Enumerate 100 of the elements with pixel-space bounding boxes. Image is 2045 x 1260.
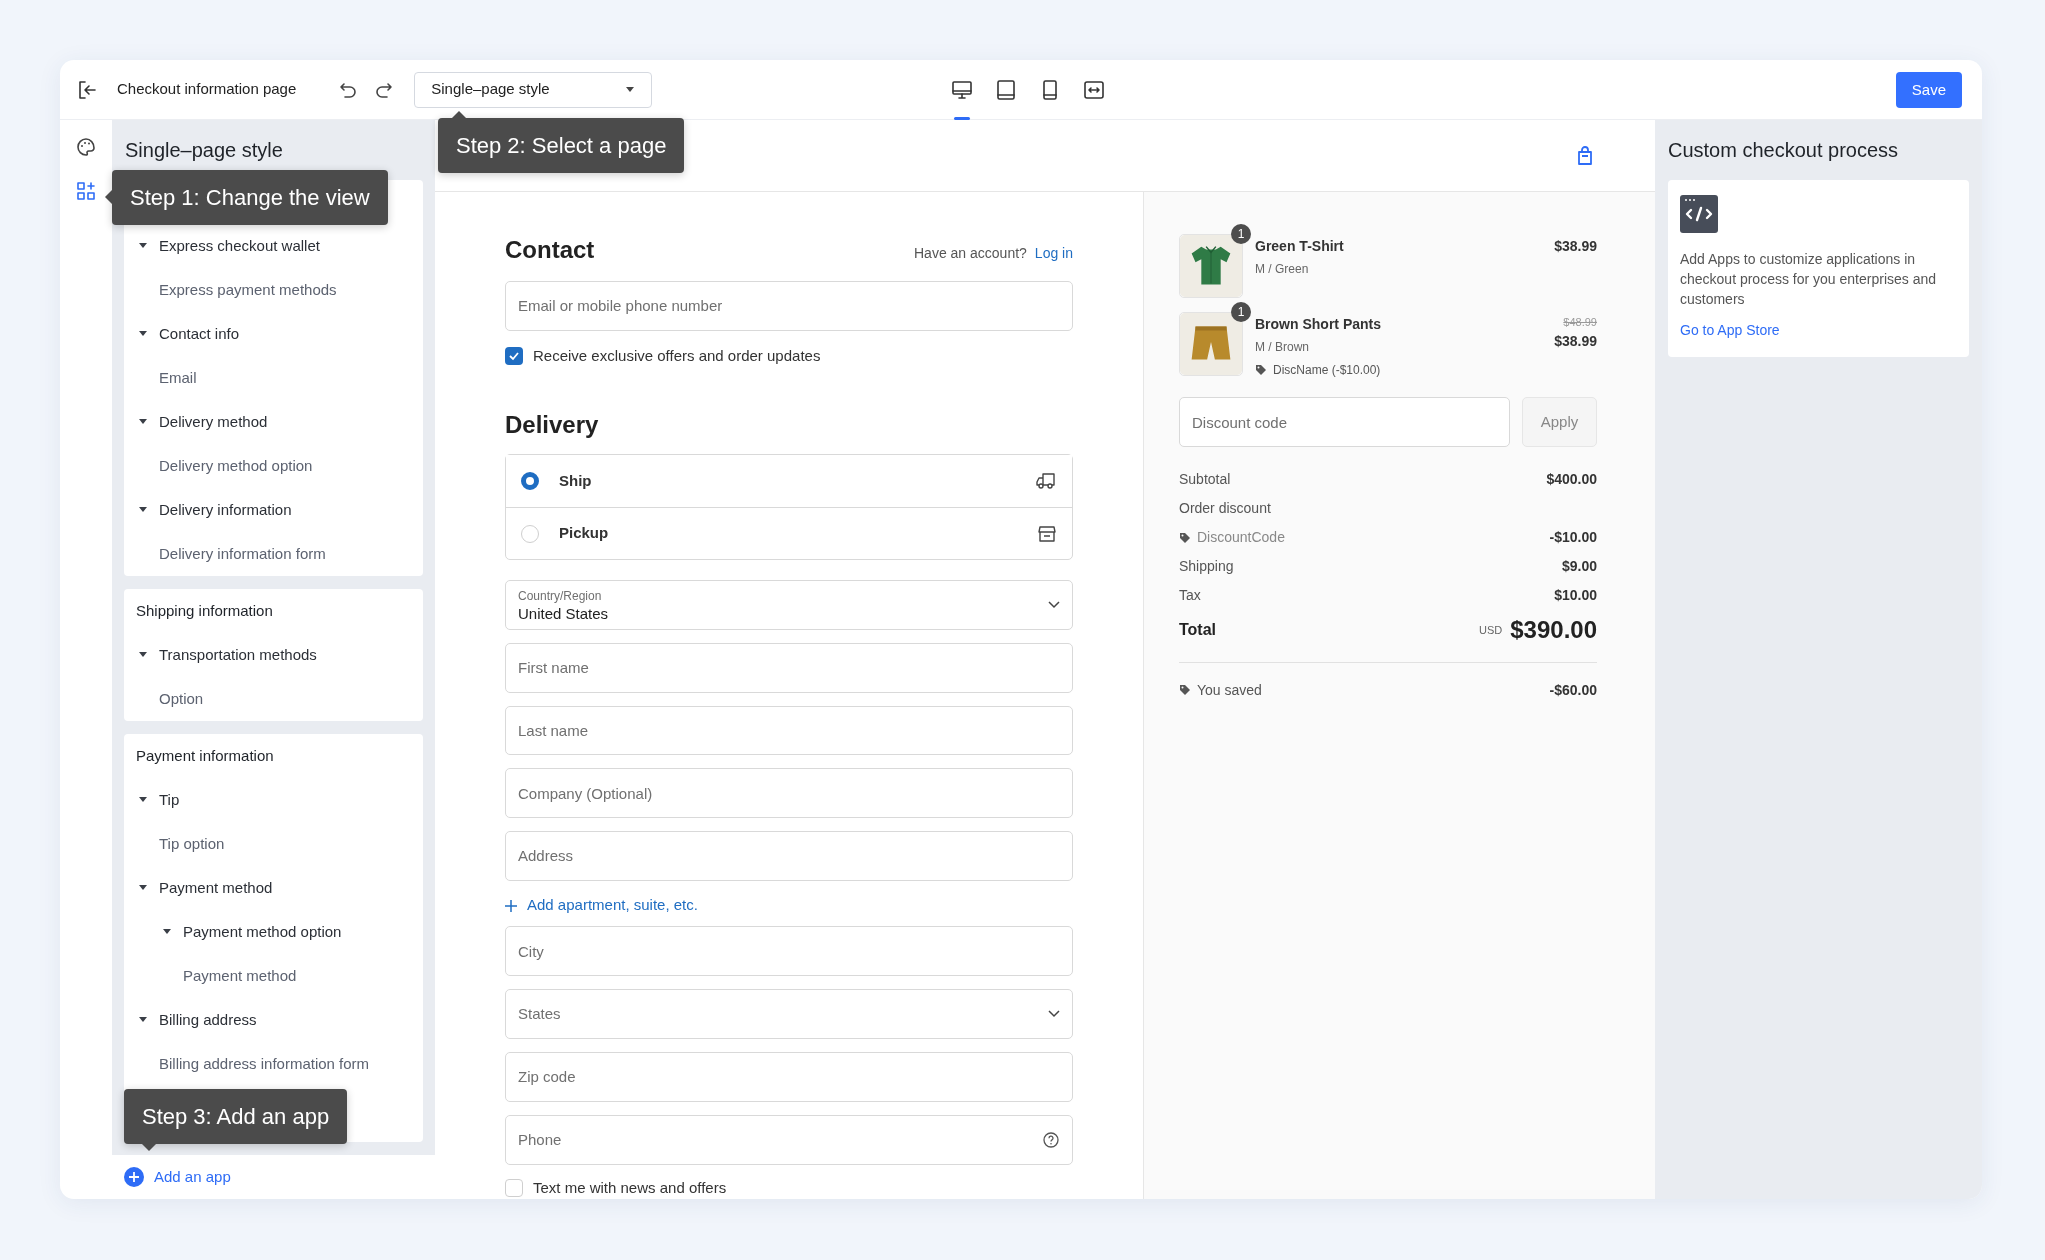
plus-circle-icon [124,1167,144,1187]
summary-value: $10.00 [1554,586,1597,605]
exit-icon[interactable] [76,78,98,101]
caret-icon[interactable] [138,652,148,658]
panel-title: Custom checkout process [1668,138,1900,163]
sections-icon [75,180,97,202]
quantity-badge: 1 [1231,224,1251,244]
summary-label: Subtotal [1179,470,1231,489]
caret-icon [625,86,636,93]
outline-item[interactable]: Delivery information form [124,532,423,576]
shopping-bag-icon[interactable] [1575,144,1595,167]
app-store-link[interactable]: Go to App Store [1680,320,1957,341]
card-title: Shipping information [135,600,274,621]
outline-item[interactable]: Delivery method [124,400,423,444]
caret-icon[interactable] [138,507,148,513]
plus-icon [505,899,517,912]
total-value: $390.00 [1510,615,1597,645]
outline-item[interactable]: Payment method [124,866,423,910]
compare-price: $48.99 [1563,315,1597,330]
input-field[interactable]: Zip code [505,1051,1073,1102]
outline-item[interactable]: Billing address information form [124,1042,423,1086]
chevron-down-icon [1048,1010,1060,1018]
tooltip-pointer [105,190,112,204]
state-select[interactable]: States [505,989,1073,1039]
tag-icon [1179,531,1191,544]
help-icon[interactable] [1043,1131,1059,1148]
account-prompt: Have an account? [914,244,1027,263]
outline-item[interactable]: Payment method [124,954,423,998]
chevron-down-icon [1048,601,1060,610]
summary-label: Order discount [1179,499,1271,518]
outline-item[interactable]: Contact info [124,312,423,356]
outline-item[interactable]: Tip [124,778,423,822]
country-select[interactable]: Country/Region United States [505,580,1073,630]
email-field[interactable]: Email or mobile phone number [505,281,1073,331]
truck-icon [1035,471,1057,492]
code-window-icon [1680,195,1718,233]
app-card-text: Add Apps to customize applications in checkout process for you enterprises and customers [1680,250,1938,309]
tag-icon [1179,684,1191,696]
tag-icon [1255,364,1267,376]
summary-value: $9.00 [1561,557,1597,576]
quantity-badge: 1 [1231,302,1251,322]
outline-item[interactable]: Tip option [124,822,423,866]
currency-code: USD [1479,622,1503,638]
outline-item[interactable]: Email [124,356,423,400]
outline-item[interactable]: Delivery method option [124,444,423,488]
discount-code-field[interactable]: Discount code [1179,397,1510,447]
delivery-option[interactable]: Pickup [506,507,1072,560]
total-label: Total [1179,620,1217,640]
tooltip-pointer [452,111,466,118]
store-icon [1037,523,1057,544]
summary-label: Tax [1179,586,1201,605]
summary-value: -$10.00 [1549,528,1597,547]
product-name: Brown Short Pants [1255,315,1382,334]
input-field[interactable]: Company (Optional) [505,768,1073,818]
caret-icon[interactable] [138,419,148,425]
product-price: $38.99 [1554,331,1597,351]
outline-item[interactable]: Delivery information [124,488,423,532]
checkbox[interactable] [505,346,523,365]
input-field[interactable]: Address [505,830,1073,881]
tablet-icon [995,79,1017,101]
caret-icon[interactable] [138,885,148,891]
input-field[interactable]: City [505,926,1073,977]
phone-field[interactable]: Phone [505,1114,1073,1165]
checkbox-label: Receive exclusive offers and order updates [533,345,821,366]
radio-button[interactable] [521,472,539,491]
save-button[interactable]: Save [1895,72,1962,108]
sections-button[interactable] [75,180,97,202]
caret-icon[interactable] [138,331,148,337]
palette-icon [75,136,97,158]
caret-icon[interactable] [162,929,172,935]
caret-icon[interactable] [138,797,148,803]
product-variant: M / Green [1255,261,1310,278]
summary-label: DiscountCode [1197,528,1285,547]
palette-button[interactable] [75,136,97,158]
page-select[interactable]: Single–page style [414,71,653,108]
product-variant: M / Brown [1255,339,1310,356]
input-field[interactable]: Last name [505,705,1073,756]
tooltip-pointer [142,1144,156,1151]
login-link[interactable]: Log in [1034,243,1073,264]
add-app-button[interactable]: Add an app [124,1165,231,1189]
summary-value: $400.00 [1546,470,1597,489]
outline-item[interactable]: Payment method option [124,910,423,954]
apply-button[interactable]: Apply [1522,397,1597,447]
checkbox[interactable] [505,1178,523,1197]
page-title: Checkout information page [117,79,297,100]
caret-icon[interactable] [138,1017,148,1023]
section-heading: Delivery [505,410,600,441]
discount-name: DiscName (-$10.00) [1273,362,1381,379]
product-price: $38.99 [1554,237,1597,256]
outline-item[interactable]: Transportation methods [124,633,423,677]
add-address-line-link[interactable]: Add apartment, suite, etc. [505,893,1073,918]
saved-value: -$60.00 [1549,680,1597,700]
outline-item[interactable]: Option [124,677,423,721]
outline-item[interactable]: Billing address [124,998,423,1042]
checkbox-label: Text me with news and offers [533,1177,727,1198]
saved-label: You saved [1197,680,1262,700]
caret-icon[interactable] [138,243,148,249]
outline-item[interactable]: Express payment methods [124,268,423,312]
input-field[interactable]: First name [505,642,1073,693]
outline-item[interactable]: Express checkout wallet [124,224,423,268]
